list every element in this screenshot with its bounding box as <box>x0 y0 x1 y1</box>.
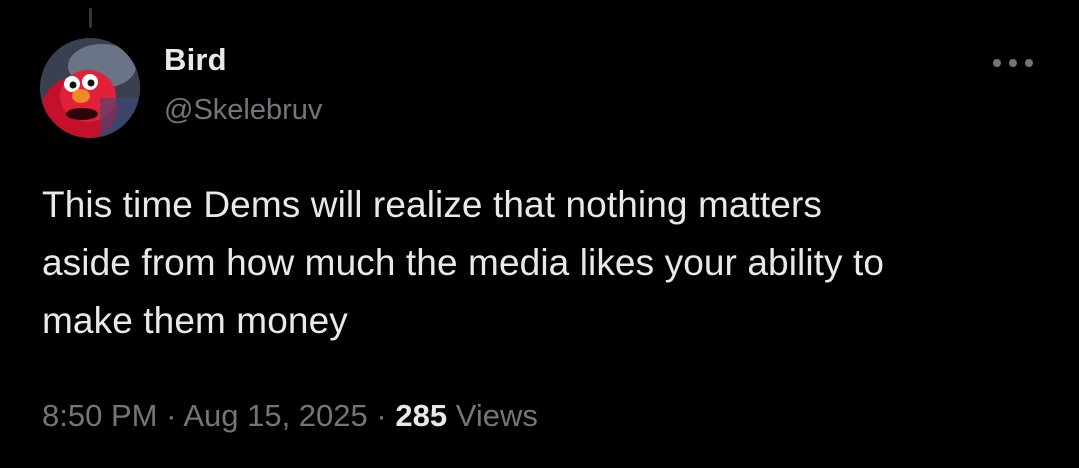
views-label: Views <box>455 398 538 433</box>
meta-separator: · <box>166 398 177 433</box>
more-horizontal-icon <box>993 59 1033 67</box>
tweet-text: This time Dems will realize that nothing… <box>42 176 1052 350</box>
tweet-time[interactable]: 8:50 PM <box>42 398 157 433</box>
tweet-meta: 8:50 PM · Aug 15, 2025 · 285 Views <box>42 398 538 434</box>
red-puppet-avatar-icon <box>40 38 140 138</box>
tweet-text-line: aside from how much the media likes your… <box>42 242 885 283</box>
views-count[interactable]: 285 <box>395 398 447 433</box>
more-options-button[interactable] <box>988 46 1038 80</box>
meta-separator: · <box>376 398 387 433</box>
tweet-date[interactable]: Aug 15, 2025 <box>183 398 367 433</box>
author-handle[interactable]: @Skelebruv <box>164 94 322 127</box>
tweet-text-line: make them money <box>42 300 348 341</box>
author-display-name[interactable]: Bird <box>164 42 227 78</box>
avatar[interactable] <box>40 38 140 138</box>
tweet-text-line: This time Dems will realize that nothing… <box>42 184 823 225</box>
thread-connector-line <box>89 8 92 28</box>
